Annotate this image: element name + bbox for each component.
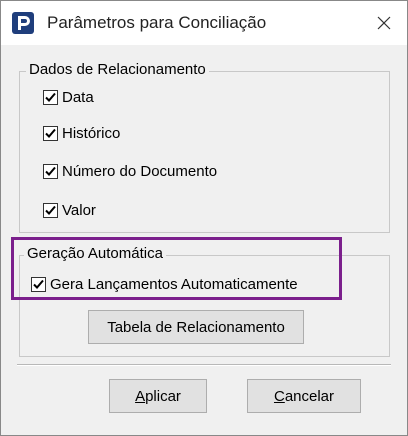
checkbox-box[interactable] bbox=[43, 202, 58, 218]
checkbox-historico[interactable]: Histórico bbox=[43, 122, 120, 144]
dialog-window: Parâmetros para Conciliação Dados de Rel… bbox=[0, 0, 408, 436]
relationship-table-button[interactable]: Tabela de Relacionamento bbox=[88, 310, 304, 344]
checkbox-gera-lancamentos[interactable]: Gera Lançamentos Automaticamente bbox=[31, 273, 298, 295]
window-title: Parâmetros para Conciliação bbox=[47, 13, 267, 32]
close-icon bbox=[377, 16, 391, 30]
cancel-button[interactable]: Cancelar bbox=[247, 379, 361, 413]
apply-button-label: Aplicar bbox=[135, 387, 181, 405]
app-logo-icon bbox=[12, 12, 34, 34]
checkbox-data[interactable]: Data bbox=[43, 86, 94, 108]
checkbox-label: Gera Lançamentos Automaticamente bbox=[50, 275, 298, 293]
checkmark-icon bbox=[45, 92, 56, 102]
title-bar: Parâmetros para Conciliação bbox=[1, 1, 407, 45]
checkbox-label: Valor bbox=[62, 201, 96, 219]
checkbox-numero-documento[interactable]: Número do Documento bbox=[43, 160, 217, 182]
relationship-group-legend: Dados de Relacionamento bbox=[26, 61, 209, 78]
checkbox-box[interactable] bbox=[43, 89, 58, 105]
checkmark-icon bbox=[45, 128, 56, 138]
checkbox-box[interactable] bbox=[31, 276, 46, 292]
apply-button[interactable]: Aplicar bbox=[109, 379, 207, 413]
cancel-button-label: Cancelar bbox=[273, 387, 335, 405]
checkbox-box[interactable] bbox=[43, 125, 58, 141]
checkbox-label: Histórico bbox=[62, 124, 121, 142]
checkbox-label: Data bbox=[62, 88, 94, 106]
checkbox-label: Número do Documento bbox=[62, 162, 218, 180]
separator bbox=[17, 364, 391, 366]
checkmark-icon bbox=[45, 205, 56, 215]
checkmark-icon bbox=[33, 279, 44, 289]
checkbox-box[interactable] bbox=[43, 163, 58, 179]
relationship-table-button-label: Tabela de Relacionamento bbox=[107, 318, 285, 336]
checkbox-valor[interactable]: Valor bbox=[43, 199, 96, 221]
close-button[interactable] bbox=[361, 1, 407, 45]
checkmark-icon bbox=[45, 166, 56, 176]
